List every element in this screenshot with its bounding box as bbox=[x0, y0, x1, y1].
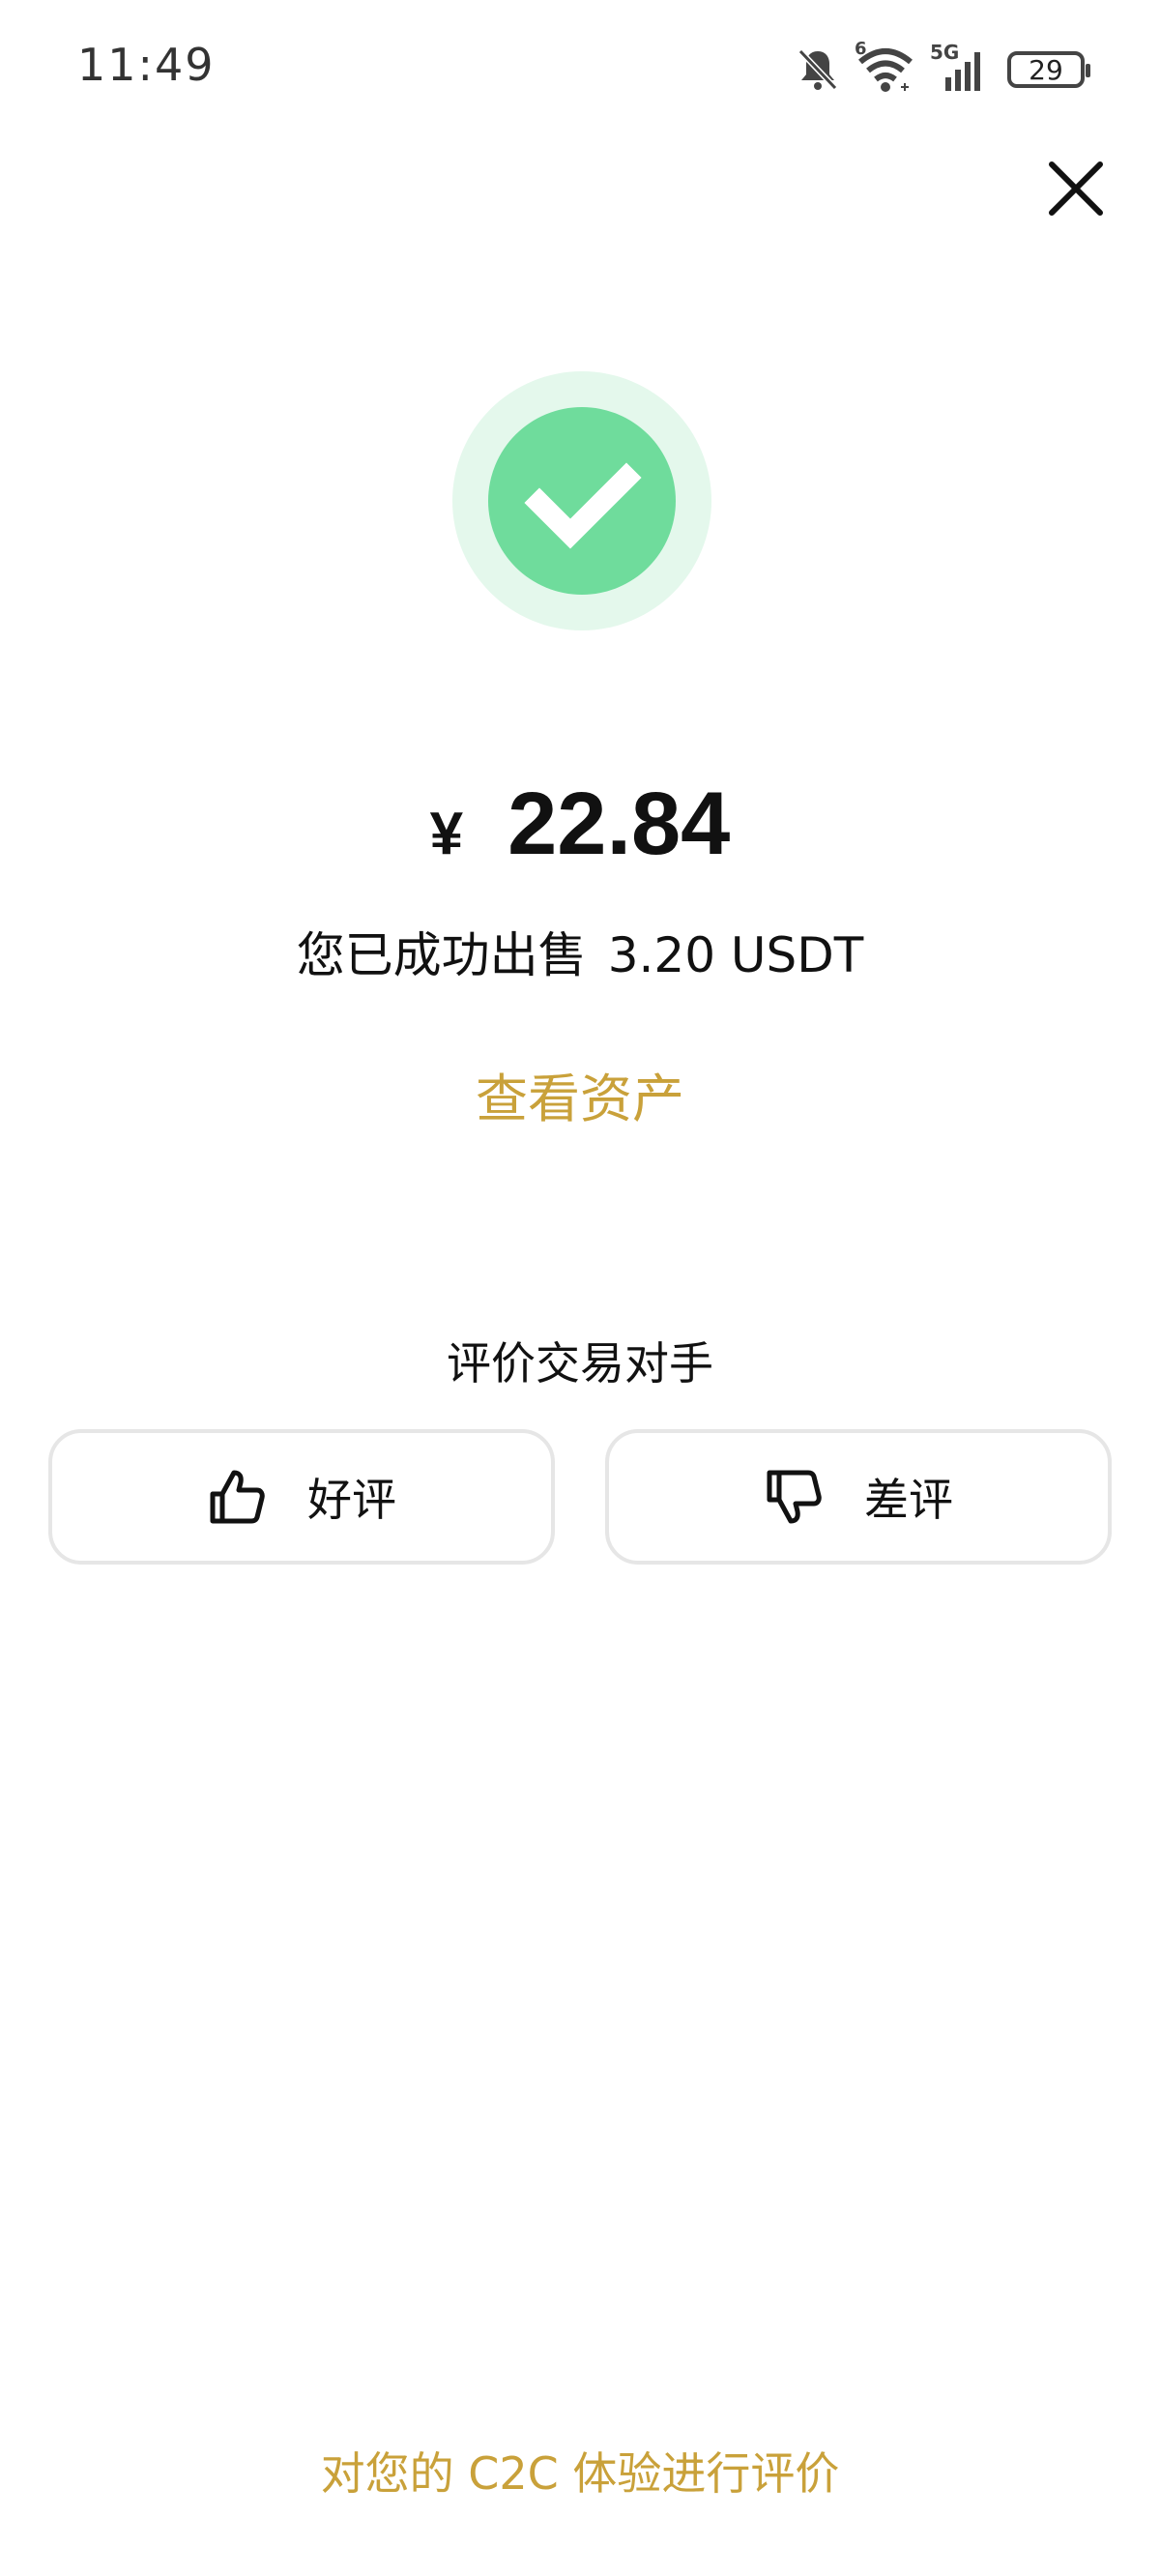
thumbs-up-icon bbox=[210, 1470, 265, 1524]
status-bar: 11:49 6 5G 29 bbox=[0, 0, 1160, 135]
network-type: 5G bbox=[930, 41, 960, 64]
close-button[interactable] bbox=[1042, 155, 1110, 222]
good-review-label: 好评 bbox=[307, 1474, 396, 1526]
status-icons: 6 5G 29 bbox=[797, 39, 1090, 97]
status-time: 11:49 bbox=[77, 39, 216, 91]
rate-experience-link[interactable]: 对您的 C2C 体验进行评价 bbox=[0, 2439, 1160, 2503]
wifi-badge: 6 bbox=[855, 39, 867, 59]
sold-message: 您已成功出售 3.20 USDT bbox=[0, 917, 1160, 986]
rating-title: 评价交易对手 bbox=[447, 1337, 713, 1390]
good-review-button[interactable]: 好评 bbox=[48, 1429, 555, 1565]
bell-off-icon bbox=[797, 47, 839, 92]
check-circle-icon bbox=[452, 371, 711, 630]
bad-review-label: 差评 bbox=[864, 1474, 953, 1526]
thumbs-down-icon bbox=[767, 1470, 822, 1524]
currency-symbol: ¥ bbox=[429, 801, 464, 867]
wifi-icon: 6 bbox=[855, 39, 914, 93]
close-icon bbox=[1049, 161, 1103, 216]
battery-icon: 29 bbox=[1007, 51, 1090, 88]
amount-value: 22.84 bbox=[508, 775, 731, 873]
sold-amount: 3.20 USDT bbox=[607, 927, 864, 983]
amount-row: ¥ 22.84 bbox=[0, 774, 1160, 875]
view-assets-link[interactable]: 查看资产 bbox=[0, 1056, 1160, 1132]
sold-prefix: 您已成功出售 bbox=[296, 927, 587, 983]
bad-review-button[interactable]: 差评 bbox=[605, 1429, 1112, 1565]
battery-level: 29 bbox=[1029, 53, 1063, 86]
signal-icon: 5G bbox=[930, 41, 990, 93]
